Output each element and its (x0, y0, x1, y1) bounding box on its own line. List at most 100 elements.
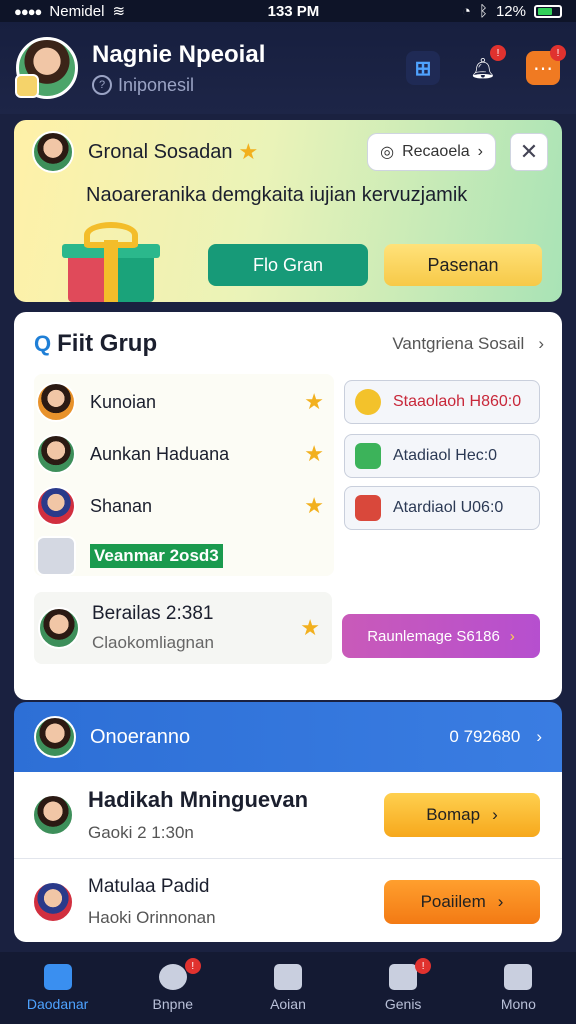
purple-button-label: Raunlemage S6186 (367, 627, 500, 645)
promo-primary-button[interactable]: Flo Gran (208, 244, 368, 286)
purple-button[interactable]: Raunlemage S6186 › (342, 614, 540, 658)
search-icon[interactable]: Q (34, 331, 51, 357)
profile-subtitle: Iniponesil (118, 74, 195, 95)
list-item[interactable]: Shanan ★ (34, 482, 334, 530)
app-header: Nagnie Npeoial ? Iniponesil ⊞ 🔔︎ ! ⋯ ! (0, 22, 576, 114)
chevron-right-icon: › (536, 727, 542, 746)
chat-icon[interactable]: ⋯ ! (526, 45, 566, 85)
header-actions: ⊞ 🔔︎ ! ⋯ ! (406, 45, 566, 85)
list-text: Matulaa Padid Haoki Orinnonan (88, 876, 384, 928)
section-title: Onoeranno (90, 725, 191, 748)
section-bar[interactable]: Onoeranno 0 792680 › (14, 702, 562, 772)
section-number: 0 792680 (449, 727, 521, 746)
list-item[interactable]: Matulaa Padid Haoki Orinnonan Poaiilem › (14, 858, 562, 944)
status-badge: Veanmar 2osd3 (90, 544, 223, 568)
nav-label: Mono (500, 996, 536, 1012)
star-icon[interactable]: ★ (304, 441, 324, 467)
bluetooth-icon: ᛒ (478, 2, 488, 20)
chevron-right-icon: › (477, 143, 483, 160)
notification-badge: ! (490, 45, 506, 61)
chevron-right-icon: › (497, 891, 504, 911)
list-action-button[interactable]: Bomap › (384, 793, 540, 837)
refresh-icon: ◎ (380, 144, 395, 161)
home-icon (43, 964, 72, 990)
list-subtitle: Gaoki 2 1:30n (88, 823, 194, 842)
nav-label: Daodanar (26, 996, 89, 1012)
feature-subtitle: Claokomliagnan (92, 633, 214, 652)
status-left: ●●●● Nemidel ≋ (14, 2, 126, 21)
feature-box[interactable]: Berailas 2:381 Claokomliagnan ★ (34, 592, 332, 664)
house-icon (273, 964, 302, 990)
chevron-right-icon: › (538, 334, 544, 353)
list-card: Hadikah Mninguevan Gaoki 2 1:30n Bomap ›… (14, 772, 562, 942)
status-right: ◔ ᛒ 12% (462, 3, 562, 20)
promo-card: Gronal Sosadan ★ ◎ Recaoela › ✕ Naoarera… (14, 120, 562, 302)
battery-icon (534, 4, 562, 18)
nav-item-games[interactable]: ! Genis (353, 958, 453, 1012)
feature-text: Berailas 2:381 Claokomliagnan (92, 603, 294, 653)
promo-pill-label: Recaoela (402, 143, 470, 160)
list-title: Matulaa Padid (88, 875, 210, 897)
star-icon[interactable]: ★ (304, 389, 324, 415)
action-button[interactable]: Atardiaol U06:0 (344, 486, 540, 530)
feature-title: Berailas 2:381 (92, 603, 214, 624)
group-title: Fiit Grup (57, 330, 158, 357)
action-button[interactable]: Staaolaoh H860:0 (344, 380, 540, 424)
chevron-right-icon: › (509, 627, 515, 645)
promo-avatar[interactable] (32, 131, 74, 173)
header-text: Nagnie Npeoial ? Iniponesil (92, 41, 406, 96)
signal-icon: ●●●● (14, 3, 42, 19)
section-number-row: 0 792680 › (449, 727, 542, 747)
member-avatar (36, 434, 76, 474)
feature-avatar (38, 607, 80, 649)
profile-avatar[interactable] (15, 37, 78, 99)
list-avatar (32, 794, 74, 836)
member-name: Aunkan Haduana (90, 443, 230, 464)
group-link[interactable]: Vantgriena Sosail › (392, 334, 544, 354)
alarm-icon: ◔ (461, 2, 471, 20)
gift-icon (54, 222, 164, 302)
action-label: Atadiaol Hec:0 (393, 447, 498, 464)
nav-badge: ! (184, 958, 201, 974)
list-action-label: Bomap (426, 805, 481, 824)
list-avatar (32, 880, 74, 923)
list-title: Hadikah Mninguevan (88, 787, 309, 812)
nav-label: Genis (384, 996, 422, 1012)
list-item[interactable]: Kunoian ★ (34, 378, 334, 426)
list-action-button[interactable]: Poaiilem › (384, 879, 540, 924)
info-icon: ? (92, 75, 112, 95)
device-icon (36, 536, 76, 576)
status-bar: ●●●● Nemidel ≋ 133 PM ◔ ᛒ 12% (0, 0, 576, 22)
action-label: Staaolaoh H860:0 (393, 393, 522, 410)
bottom-nav: Daodanar ! Bnpne Aoian ! Genis Mono (0, 952, 576, 1024)
action-label: Atardiaol U06:0 (393, 499, 504, 516)
section-avatar (34, 716, 76, 758)
list-action-label: Poaiilem (420, 891, 486, 911)
avatar-sticker-icon (15, 74, 39, 98)
star-icon[interactable]: ★ (300, 615, 320, 641)
wifi-icon: ≋ (112, 3, 126, 20)
battery-percent: 12% (495, 2, 526, 20)
status-time: 133 PM (267, 2, 320, 20)
star-icon: ★ (238, 139, 259, 164)
close-button[interactable]: ✕ (510, 133, 548, 171)
list-item[interactable]: Aunkan Haduana ★ (34, 430, 334, 478)
action-button[interactable]: Atadiaol Hec:0 (344, 434, 540, 478)
chat-bubble-icon (158, 964, 187, 990)
nav-item-home[interactable]: Daodanar (8, 964, 108, 1012)
promo-header: Gronal Sosadan ★ ◎ Recaoela › ✕ (32, 131, 548, 173)
nav-item-menu[interactable]: Mono (468, 964, 568, 1012)
star-icon (355, 389, 381, 415)
grid-menu-icon[interactable]: ⊞ (406, 51, 440, 85)
nav-item-center[interactable]: Aoian (238, 964, 338, 1012)
checkbox-icon (389, 964, 418, 990)
mail-icon (504, 964, 533, 990)
list-item[interactable]: Veanmar 2osd3 (34, 532, 334, 580)
promo-secondary-button[interactable]: Pasenan (384, 244, 542, 286)
profile-name: Nagnie Npeoial (92, 40, 266, 68)
list-item[interactable]: Hadikah Mninguevan Gaoki 2 1:30n Bomap › (14, 772, 562, 858)
nav-item-chat[interactable]: ! Bnpne (123, 958, 223, 1012)
star-icon[interactable]: ★ (304, 493, 324, 519)
promo-pill-button[interactable]: ◎ Recaoela › (367, 133, 496, 171)
notification-bell-icon[interactable]: 🔔︎ ! (466, 45, 506, 85)
